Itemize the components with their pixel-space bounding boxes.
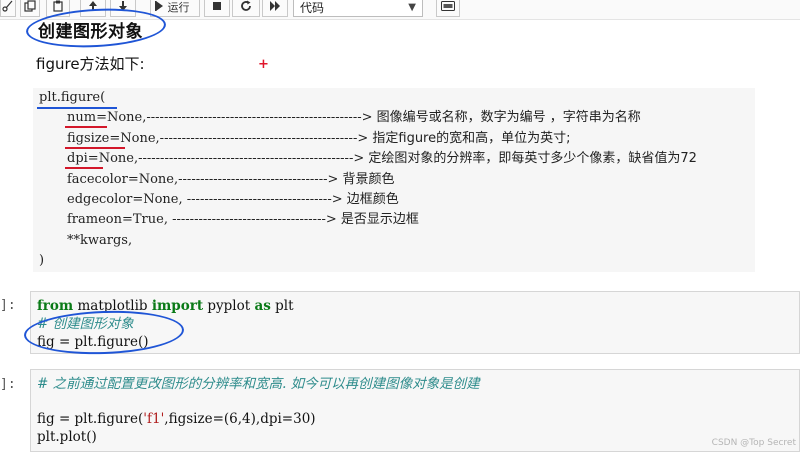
code-line: plt.plot(): [37, 429, 97, 445]
param-underline: [65, 167, 103, 169]
param-code: **kwargs,: [67, 233, 133, 248]
param-code: num=None,: [67, 110, 147, 125]
param-desc: 图像编号或名称，数字为编号 ，字符串为名称: [376, 110, 641, 125]
param-arrow: ---------------------------------->: [178, 172, 343, 187]
signature-open: plt.figure(: [39, 90, 106, 105]
param-code: frameon=True,: [67, 212, 173, 227]
param-desc: 边框颜色: [346, 192, 399, 207]
param-desc: 是否显示边框: [340, 212, 419, 227]
code-cell-2[interactable]: # 之前通过配置更改图形的分辨率和宽高. 如今可以再创建图像对象是创建 fig …: [30, 369, 800, 452]
cell-prompt: ]:: [0, 298, 16, 313]
section-heading: 创建图形对象: [38, 22, 143, 42]
param-row: facecolor=None,-------------------------…: [67, 170, 395, 190]
param-arrow: ----------------------------------------…: [159, 131, 373, 146]
param-row: **kwargs,: [67, 231, 132, 251]
param-desc: 指定figure的宽和高，单位为英寸;: [372, 131, 571, 146]
code-comment: # 之前通过配置更改图形的分辨率和宽高. 如今可以再创建图像对象是创建: [37, 376, 480, 392]
restart-icon[interactable]: [232, 0, 260, 17]
cell-type-select[interactable]: 代码 ▼: [293, 0, 423, 17]
param-arrow: ----------------------------------->: [172, 212, 341, 227]
code-line: fig = plt.figure('f1',figsize=(6,4),dpi=…: [37, 411, 316, 427]
param-row: edgecolor=None, ------------------------…: [67, 190, 399, 210]
param-code: facecolor=None,: [67, 172, 179, 187]
intro-text: figure方法如下:: [36, 55, 145, 73]
cut-icon[interactable]: [0, 0, 16, 17]
param-row: figsize=None,---------------------------…: [67, 129, 571, 149]
param-arrow: --------------------------------->: [186, 192, 347, 207]
param-underline: [65, 126, 107, 128]
copy-icon[interactable]: [20, 0, 40, 17]
restart-run-all-icon[interactable]: [262, 0, 288, 17]
run-label: 运行: [167, 1, 190, 14]
param-row: dpi=None,-------------------------------…: [67, 149, 697, 169]
param-row: frameon=True, --------------------------…: [67, 210, 419, 230]
watermark: CSDN @Top Secret: [711, 438, 796, 448]
param-code: figsize=None,: [67, 131, 160, 146]
figure-signature-block: plt.figure( num=None,-------------------…: [33, 88, 755, 272]
chevron-down-icon: ▼: [408, 2, 416, 13]
run-icon: [155, 1, 163, 11]
interrupt-icon[interactable]: [204, 0, 230, 17]
cell-type-value: 代码: [300, 1, 325, 15]
param-code: dpi=None,: [67, 151, 139, 166]
param-arrow: ----------------------------------------…: [138, 151, 369, 166]
cell-prompt: ]:: [0, 377, 16, 392]
param-row: num=None,-------------------------------…: [67, 108, 641, 128]
cursor-crosshair-icon: +: [258, 57, 269, 72]
param-desc: 背景颜色: [342, 172, 395, 187]
run-button[interactable]: 运行: [150, 0, 200, 17]
command-palette-icon[interactable]: [436, 0, 460, 17]
signature-close: ): [39, 253, 45, 268]
param-arrow: ----------------------------------------…: [146, 110, 377, 125]
param-desc: 定绘图对象的分辨率，即每英寸多少个像素，缺省值为72: [368, 151, 697, 166]
param-code: edgecolor=None,: [67, 192, 187, 207]
